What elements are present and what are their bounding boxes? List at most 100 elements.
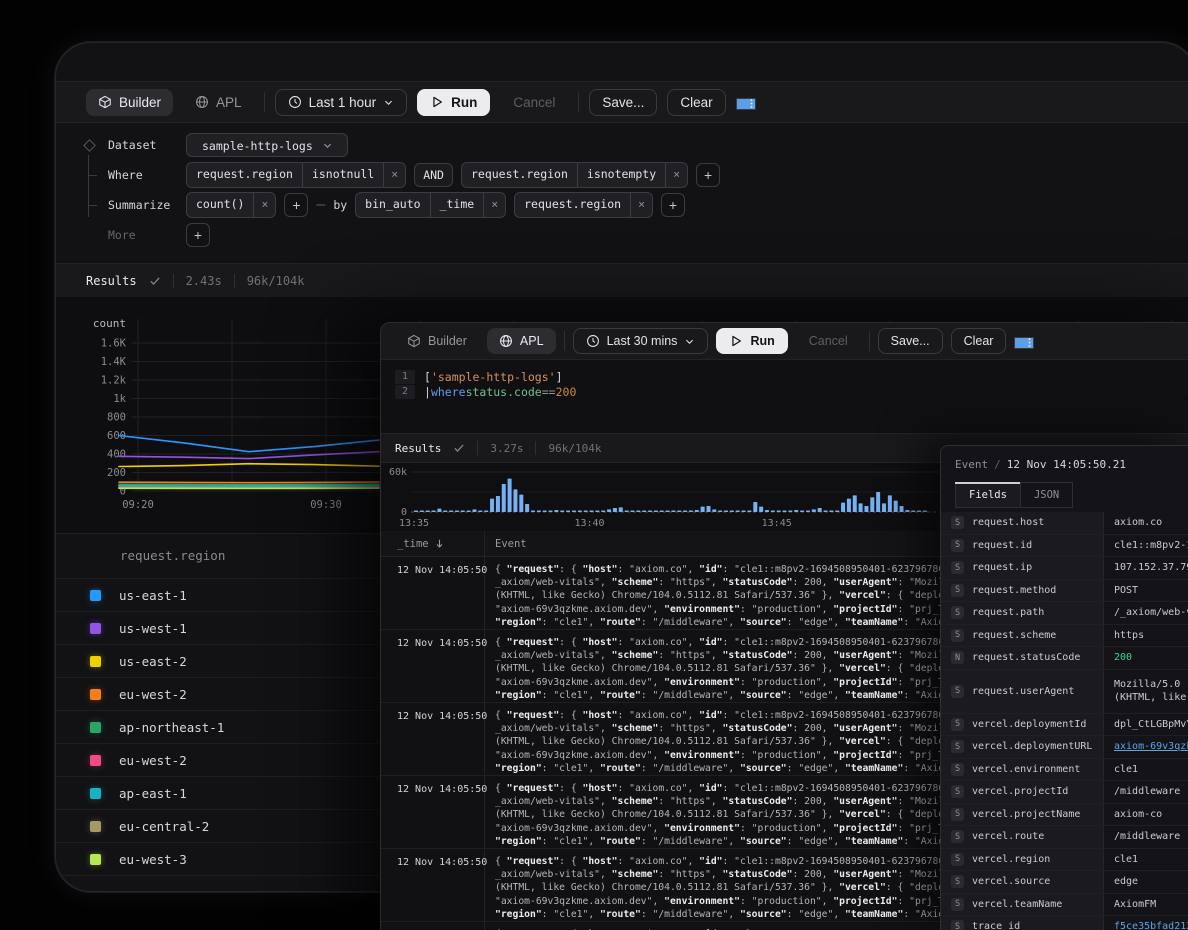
field-row[interactable]: Svercel.route/middleware [941, 826, 1188, 849]
tab-builder-label: Builder [119, 95, 161, 110]
remove-chip-icon[interactable]: × [383, 163, 405, 187]
bar [824, 511, 828, 513]
more-label: More [108, 222, 136, 248]
field-row[interactable]: Svercel.sourceedge [941, 871, 1188, 894]
more-row: + [186, 222, 210, 248]
field-row[interactable]: Svercel.deploymentURLaxiom-69v3qzkme [941, 736, 1188, 759]
bar [794, 510, 798, 512]
remove-chip-icon[interactable]: × [483, 193, 505, 217]
field-name: Svercel.projectName [941, 804, 1104, 826]
save-button[interactable]: Save... [878, 328, 943, 354]
dataset-value: sample-http-logs [193, 135, 322, 155]
event-time: 12 Nov 14:05:50 [397, 857, 487, 868]
and-operator-chip[interactable]: AND [414, 163, 453, 187]
filter-chip[interactable]: count()× [186, 192, 276, 218]
time-range-button[interactable]: Last 30 mins [573, 328, 709, 354]
field-row[interactable]: Srequest.hostaxiom.co [941, 512, 1188, 535]
bar [666, 511, 670, 513]
save-button[interactable]: Save... [589, 89, 657, 116]
code-token: | [424, 385, 431, 399]
tab-builder[interactable]: Builder [395, 328, 479, 354]
field-row[interactable]: Srequest.schemehttps [941, 625, 1188, 648]
remove-chip-icon[interactable]: × [665, 163, 687, 187]
clear-button[interactable]: Clear [951, 328, 1007, 354]
add-filter-button[interactable]: + [696, 163, 720, 187]
tab-builder[interactable]: Builder [86, 89, 173, 116]
where-row: request.regionisnotnull× AND request.regio… [186, 162, 720, 188]
field-row[interactable]: Srequest.idcle1::m8pv2-16 [941, 535, 1188, 558]
apl-code-editor[interactable]: 1['sample-http-logs']2| where status.cod… [381, 360, 1188, 433]
run-button[interactable]: Run [417, 89, 490, 116]
add-clause-button[interactable]: + [186, 223, 210, 247]
dataset-select[interactable]: sample-http-logs [186, 133, 348, 157]
time-range-label: Last 1 hour [309, 95, 377, 110]
bar [584, 511, 588, 513]
field-row[interactable]: Strace_idf5ce35bfad21272 [941, 916, 1188, 930]
event-column-header: Event [485, 538, 527, 550]
cancel-button[interactable]: Cancel [796, 328, 861, 354]
bar [788, 511, 792, 513]
field-row[interactable]: Nrequest.statusCode200 [941, 647, 1188, 670]
tab-apl[interactable]: APL [183, 89, 254, 116]
field-type-badge: S [951, 516, 964, 529]
tab-json[interactable]: JSON [1020, 482, 1073, 508]
field-value[interactable]: axiom-69v3qzkme [1104, 736, 1188, 758]
field-row[interactable]: Srequest.userAgentMozilla/5.0 (W(KHTML, … [941, 670, 1188, 714]
series-line [119, 484, 379, 485]
remove-chip-icon[interactable]: × [630, 193, 652, 217]
event-detail-panel: Event / 12 Nov 14:05:50.21 FieldsJSON Sr… [940, 445, 1188, 930]
clear-button[interactable]: Clear [667, 89, 725, 116]
bar [800, 511, 804, 513]
bar [777, 511, 781, 513]
bar [870, 497, 874, 512]
filter-chip[interactable]: bin_auto_time× [355, 192, 506, 218]
tab-fields[interactable]: Fields [955, 482, 1021, 508]
more-menu-button[interactable] [736, 98, 756, 110]
add-filter-button[interactable]: + [284, 193, 308, 217]
field-list: Srequest.hostaxiom.coSrequest.idcle1::m8… [941, 512, 1188, 930]
field-row[interactable]: Svercel.regioncle1 [941, 849, 1188, 872]
play-icon [729, 334, 743, 348]
bar [829, 511, 833, 513]
bar [835, 511, 839, 513]
code-line[interactable]: 1['sample-http-logs'] [381, 369, 1188, 384]
y-tick-label: 1.2k [101, 375, 127, 387]
check-icon [149, 275, 161, 287]
cancel-button[interactable]: Cancel [500, 89, 568, 116]
add-filter-button[interactable]: + [661, 193, 685, 217]
filter-chip[interactable]: request.regionisnotnull× [186, 162, 406, 188]
field-row[interactable]: Svercel.deploymentIddpl_CtLGBpMvY [941, 714, 1188, 737]
tab-apl[interactable]: APL [487, 328, 556, 354]
time-column-header[interactable]: _time [381, 531, 485, 556]
code-line[interactable]: 2| where status.code == 200 [381, 384, 1188, 399]
field-row[interactable]: Srequest.methodPOST [941, 580, 1188, 603]
toolbar-divider [869, 331, 870, 351]
bar [461, 511, 465, 513]
field-row[interactable]: Svercel.projectNameaxiom-co [941, 804, 1188, 827]
field-row[interactable]: Svercel.projectId/middleware [941, 781, 1188, 804]
filter-chip[interactable]: request.region× [514, 192, 653, 218]
field-row[interactable]: Srequest.path/_axiom/web-v [941, 602, 1188, 625]
bar [543, 511, 547, 513]
remove-chip-icon[interactable]: × [253, 193, 275, 217]
bar [595, 511, 599, 513]
legend-swatch [90, 722, 101, 733]
y-tick-label: 200 [107, 467, 126, 479]
bar [467, 511, 471, 513]
field-row[interactable]: Svercel.teamNameAxiomFM [941, 894, 1188, 917]
more-menu-button[interactable] [1014, 337, 1034, 349]
run-button[interactable]: Run [716, 328, 787, 354]
field-type-badge: S [951, 685, 964, 698]
field-value: dpl_CtLGBpMvY [1104, 714, 1188, 736]
legend-label: us-east-2 [119, 654, 187, 669]
bar [513, 489, 517, 512]
bar [432, 511, 436, 513]
filter-chip[interactable]: request.regionisnotempty× [461, 162, 688, 188]
field-name: Svercel.teamName [941, 894, 1104, 916]
time-range-button[interactable]: Last 1 hour [275, 89, 408, 116]
legend-label: eu-west-2 [119, 753, 187, 768]
field-row[interactable]: Svercel.environmentcle1 [941, 759, 1188, 782]
field-row[interactable]: Srequest.ip107.152.37.79 [941, 557, 1188, 580]
field-value[interactable]: f5ce35bfad21272 [1104, 916, 1188, 930]
bar [707, 506, 711, 512]
